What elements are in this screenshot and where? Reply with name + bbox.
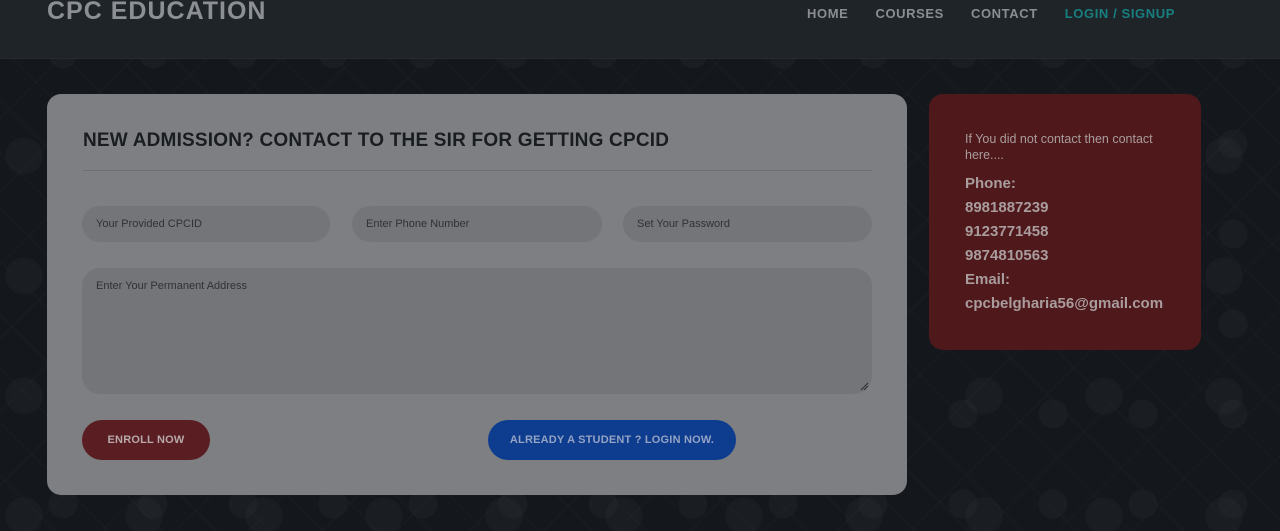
cpcid-input[interactable]	[82, 206, 330, 242]
phone-number: 9874810563	[965, 247, 1049, 264]
title-divider	[83, 170, 872, 171]
nav-home-link[interactable]: HOME	[807, 6, 848, 21]
form-title: NEW ADMISSION? CONTACT TO THE SIR FOR GE…	[83, 130, 670, 151]
navbar: CPC EDUCATION HOME COURSES CONTACT LOGIN…	[0, 0, 1280, 59]
contact-details: Phone: 8981887239 9123771458 9874810563 …	[965, 172, 1163, 316]
email-label: Email:	[965, 271, 1011, 288]
enroll-now-button[interactable]: ENROLL NOW	[82, 420, 210, 460]
phone-input[interactable]	[352, 206, 602, 242]
admission-form-card: NEW ADMISSION? CONTACT TO THE SIR FOR GE…	[47, 94, 907, 495]
brand-logo[interactable]: CPC EDUCATION	[47, 0, 266, 26]
phone-label: Phone:	[965, 175, 1016, 192]
phone-number: 9123771458	[965, 223, 1049, 240]
nav-courses-link[interactable]: COURSES	[875, 6, 944, 21]
textarea-resize-grip-icon[interactable]	[859, 381, 869, 391]
phone-number: 8981887239	[965, 199, 1049, 216]
password-input[interactable]	[623, 206, 872, 242]
address-textarea[interactable]	[82, 268, 872, 394]
contact-info-card: If You did not contact then contact here…	[929, 94, 1201, 350]
contact-note: If You did not contact then contact here…	[965, 132, 1153, 162]
nav-login-signup-link[interactable]: LOGIN / SIGNUP	[1065, 6, 1175, 21]
email-address: cpcbelgharia56@gmail.com	[965, 295, 1164, 312]
already-student-login-button[interactable]: ALREADY A STUDENT ? LOGIN NOW.	[488, 420, 736, 460]
nav-contact-link[interactable]: CONTACT	[971, 6, 1038, 21]
nav-links: HOME COURSES CONTACT LOGIN / SIGNUP	[807, 6, 1175, 21]
